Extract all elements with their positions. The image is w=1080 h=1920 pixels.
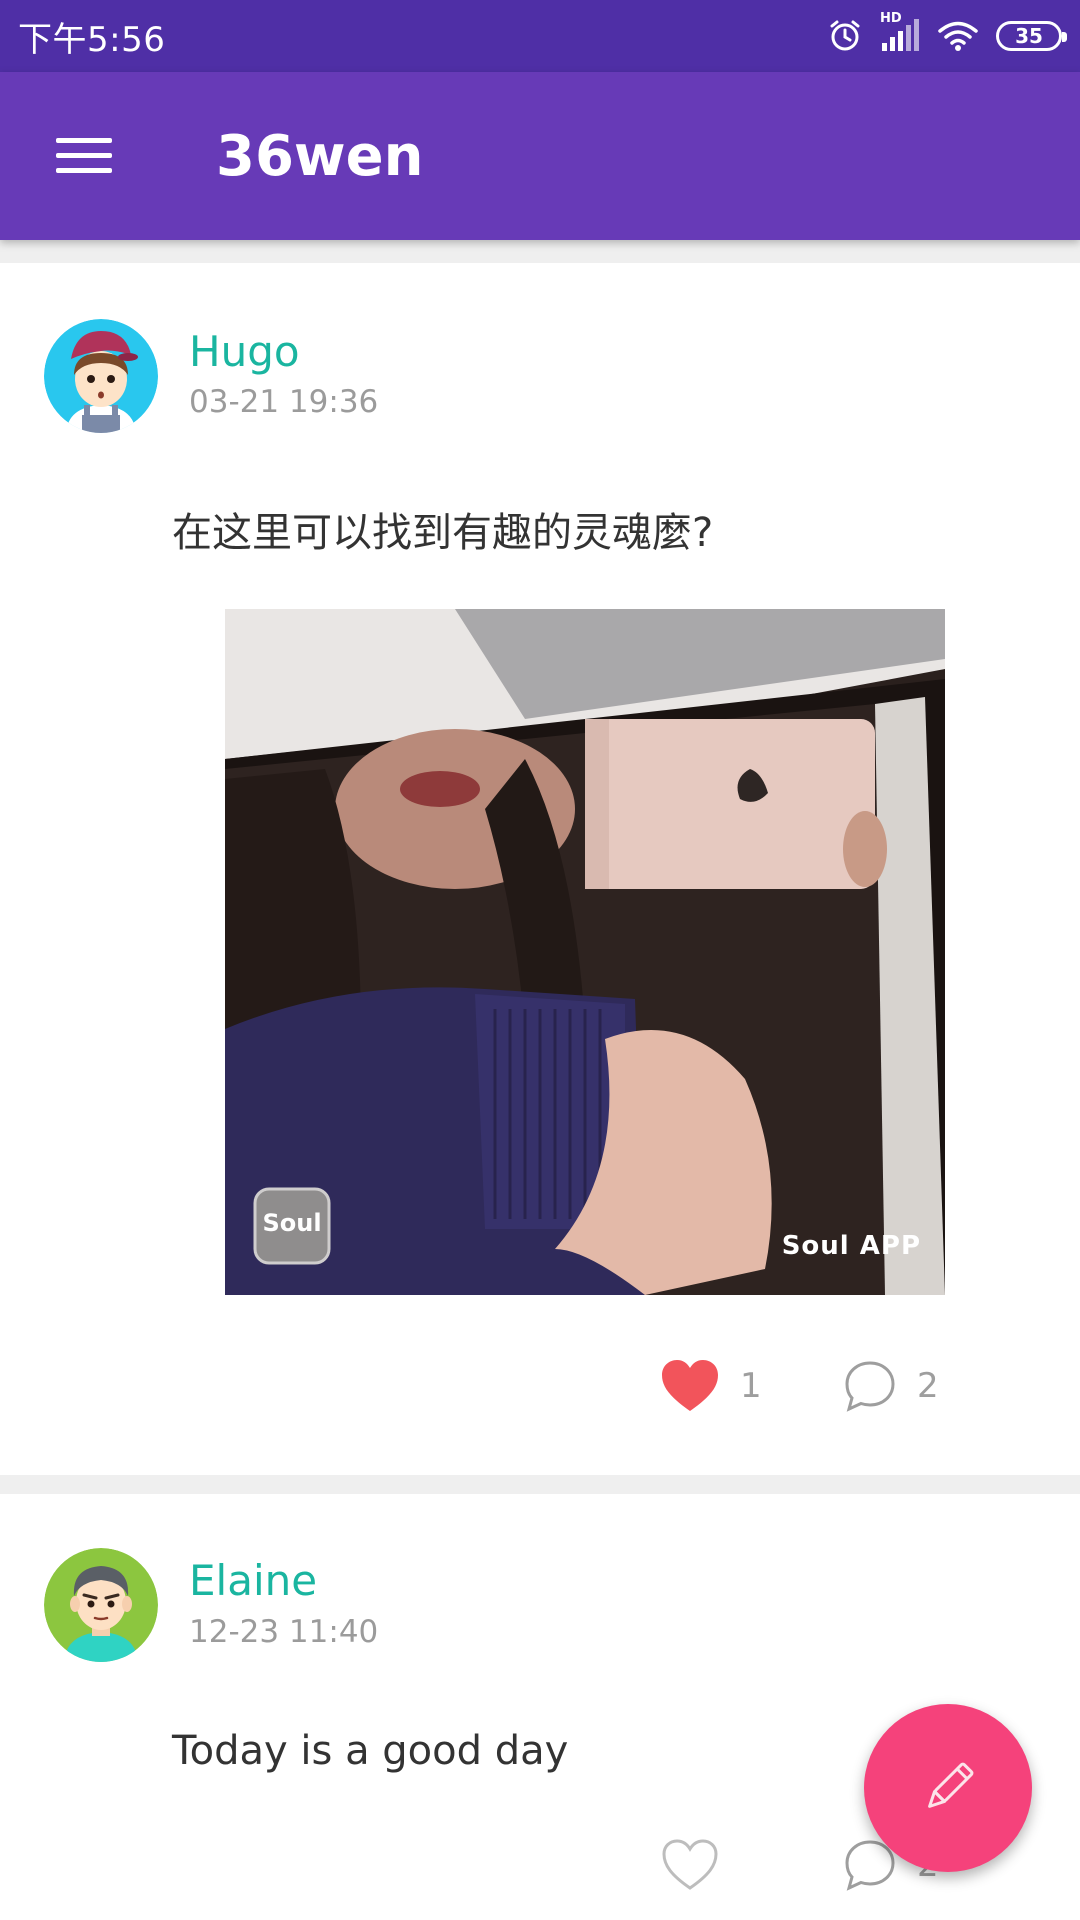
like-button[interactable]: 1 [660, 1359, 762, 1413]
post-image[interactable]: Soul Soul APP [225, 609, 945, 1295]
post-time: 03-21 19:36 [189, 384, 379, 420]
post-text: 在这里可以找到有趣的灵魂麼? [172, 510, 714, 556]
image-watermark: Soul APP [781, 1231, 921, 1261]
alarm-icon [828, 19, 862, 53]
battery-icon: 35 [996, 21, 1067, 51]
pencil-icon [928, 1762, 974, 1808]
status-time: 下午5:56 [18, 19, 166, 60]
menu-icon [56, 138, 112, 173]
soul-badge-label: Soul [262, 1209, 322, 1237]
compose-button[interactable] [864, 1704, 1032, 1872]
app-bar: 36wen [0, 72, 1080, 240]
post-text: Today is a good day [172, 1728, 569, 1774]
avatar[interactable] [44, 319, 158, 433]
author-name[interactable]: Elaine [189, 1556, 317, 1605]
like-count: 1 [740, 1366, 762, 1406]
avatar[interactable] [44, 1548, 158, 1662]
post-time: 12-23 11:40 [189, 1614, 379, 1650]
heart-icon [662, 1360, 718, 1411]
signal-icon: HD [880, 11, 920, 53]
comment-icon [845, 1361, 895, 1412]
comment-button[interactable]: 2 [843, 1359, 939, 1413]
status-icons: HD 35 [828, 11, 1067, 53]
wifi-icon [938, 20, 978, 52]
comment-count: 2 [917, 1366, 939, 1406]
like-button[interactable] [660, 1838, 720, 1892]
network-label: HD [880, 11, 902, 26]
heart-outline-icon [662, 1839, 718, 1890]
author-name[interactable]: Hugo [189, 327, 300, 376]
status-bar: 下午5:56 HD 35 [0, 0, 1080, 72]
app-title: 36wen [216, 123, 424, 189]
post-card[interactable]: Hugo 03-21 19:36 在这里可以找到有趣的灵魂麼? Soul Sou… [0, 263, 1080, 1475]
menu-button[interactable] [40, 112, 128, 200]
